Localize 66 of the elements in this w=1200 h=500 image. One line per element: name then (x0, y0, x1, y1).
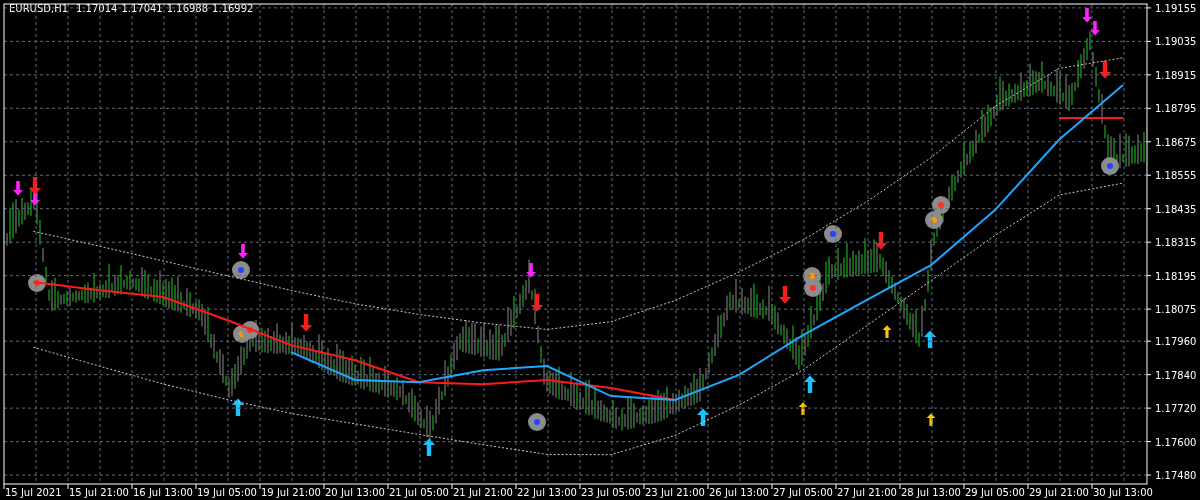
up-arrow-icon (696, 408, 710, 426)
down-arrow-icon (1082, 8, 1092, 23)
price-tick-label: 1.17480 (1155, 470, 1197, 482)
time-tick-label: 22 Jul 13:00 (517, 487, 577, 498)
time-tick-label: 27 Jul 21:00 (837, 487, 897, 498)
time-tick-label: 29 Jul 05:00 (965, 487, 1025, 498)
time-tick-label: 19 Jul 21:00 (261, 487, 321, 498)
price-tick-label: 1.17960 (1155, 336, 1197, 348)
up-arrow-icon (422, 438, 436, 456)
signal-circle-icon (528, 413, 546, 431)
down-arrow-icon (1090, 21, 1100, 36)
up-arrow-icon (803, 375, 817, 393)
price-tick-label: 1.17720 (1155, 403, 1197, 415)
time-tick-label: 30 Jul 13:00 (1093, 487, 1153, 498)
price-tick-label: 1.18195 (1155, 270, 1197, 282)
signal-circle-icon (1101, 157, 1119, 175)
signal-circle-icon (28, 274, 46, 292)
quote-value: 1.16988 (166, 3, 209, 14)
quote-value: 1.17041 (121, 3, 163, 14)
price-tick-label: 1.17600 (1155, 436, 1197, 448)
time-tick-label: 23 Jul 21:00 (645, 487, 705, 498)
price-tick-label: 1.18675 (1155, 136, 1197, 148)
price-tick-label: 1.19035 (1155, 36, 1197, 48)
time-tick-label: 23 Jul 05:00 (581, 487, 641, 498)
down-arrow-icon (526, 263, 536, 278)
quote-value: 1.16992 (212, 3, 254, 14)
price-tick-label: 1.18915 (1155, 69, 1197, 81)
time-tick-label: 21 Jul 05:00 (389, 487, 449, 498)
signal-circle-icon (241, 321, 259, 339)
time-tick-label: 26 Jul 13:00 (709, 487, 769, 498)
quote-value: 1.17014 (76, 3, 118, 14)
down-arrow-icon (28, 177, 42, 195)
up-arrow-icon (926, 413, 936, 426)
signal-circle-icon (804, 279, 822, 297)
up-arrow-icon (923, 330, 937, 348)
time-tick-label: 16 Jul 13:00 (133, 487, 193, 498)
up-arrow-icon (882, 325, 892, 338)
signal-circle-icon (232, 261, 250, 279)
symbol-label: EURUSD,H1 (9, 3, 68, 14)
signal-circle-icon (824, 225, 842, 243)
price-tick-label: 1.17840 (1155, 369, 1197, 381)
time-tick-label: 21 Jul 21:00 (453, 487, 513, 498)
price-tick-label: 1.18555 (1155, 170, 1197, 182)
price-tick-label: 1.18435 (1155, 203, 1197, 215)
price-tick-label: 1.18315 (1155, 237, 1197, 249)
time-tick-label: 19 Jul 05:00 (197, 487, 257, 498)
time-tick-label: 28 Jul 13:00 (901, 487, 961, 498)
time-tick-label: 15 Jul 2021 (5, 487, 62, 498)
down-arrow-icon (530, 294, 544, 312)
price-tick-label: 1.18075 (1155, 304, 1197, 316)
price-tick-label: 1.19155 (1155, 2, 1197, 14)
up-arrow-icon (231, 398, 245, 416)
time-tick-label: 20 Jul 13:00 (325, 487, 385, 498)
down-arrow-icon (13, 181, 23, 196)
time-tick-label: 15 Jul 21:00 (69, 487, 129, 498)
down-arrow-icon (874, 232, 888, 250)
down-arrow-icon (778, 286, 792, 304)
price-tick-label: 1.18795 (1155, 103, 1197, 115)
signal-circle-icon (925, 211, 943, 229)
up-arrow-icon (798, 402, 808, 415)
time-tick-label: 27 Jul 05:00 (773, 487, 833, 498)
time-tick-label: 29 Jul 21:00 (1029, 487, 1089, 498)
signal-circle-icon (932, 196, 950, 214)
down-arrow-icon (1098, 61, 1112, 79)
down-arrow-icon (299, 314, 313, 332)
down-arrow-icon (238, 244, 248, 259)
